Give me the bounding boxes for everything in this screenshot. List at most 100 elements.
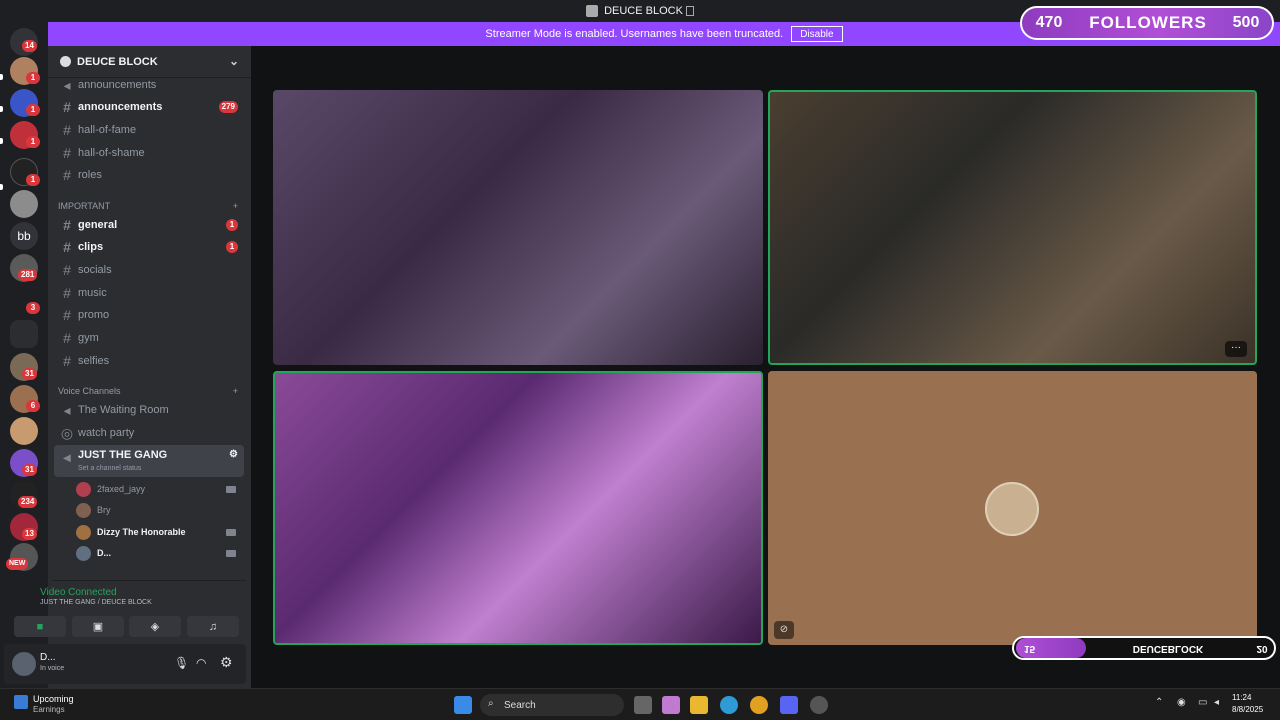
video-tile-speaking[interactable]: ··· xyxy=(768,90,1257,365)
channel-label: music xyxy=(78,287,107,299)
disable-button[interactable]: Disable xyxy=(791,26,843,42)
hash-icon: # xyxy=(63,167,71,183)
chevron-down-icon[interactable]: ⌄ xyxy=(229,54,239,68)
widgets-icon[interactable] xyxy=(14,695,28,709)
channel-label: selfies xyxy=(78,355,110,367)
server-icon[interactable] xyxy=(10,190,38,218)
guild-badge: 13 xyxy=(22,528,37,540)
mention-badge: 279 xyxy=(218,101,238,113)
folder-icon[interactable] xyxy=(10,320,38,348)
more-options-icon[interactable]: ··· xyxy=(1225,341,1247,357)
server-logo-icon xyxy=(60,56,71,67)
avatar xyxy=(76,502,91,518)
soundboard-button[interactable]: ♫ xyxy=(187,616,239,637)
voice-member[interactable]: 2faxed_jayy xyxy=(76,479,238,499)
hash-icon: # xyxy=(63,122,71,138)
volume-icon[interactable]: ◂ xyxy=(1214,697,1219,708)
followers-current: 470 xyxy=(1035,14,1063,31)
hash-icon: # xyxy=(63,99,71,115)
chevron-up-icon[interactable]: ⌃ xyxy=(1155,697,1163,708)
guild-badge: 1 xyxy=(26,136,40,148)
microphone-icon[interactable]: 🎙 xyxy=(174,656,189,670)
channel-item[interactable]: # general 1 xyxy=(54,214,244,236)
chrome-icon[interactable] xyxy=(750,696,768,714)
channel-label: The Waiting Room xyxy=(78,404,169,416)
widget-subtitle: Earnings xyxy=(33,705,65,714)
server-icon[interactable] xyxy=(10,417,38,445)
clock-date[interactable]: 8/8/2025 xyxy=(1232,705,1263,714)
user-name: D... xyxy=(40,652,56,663)
speaker-icon: ◂ xyxy=(63,401,71,418)
channel-item[interactable]: # hall-of-fame xyxy=(54,119,244,141)
channel-item[interactable]: # roles xyxy=(54,164,244,186)
headphones-icon[interactable]: ◠ xyxy=(196,656,206,670)
copilot-icon[interactable] xyxy=(662,696,680,714)
network-icon[interactable]: ▭ xyxy=(1198,697,1207,708)
channel-label: general xyxy=(78,219,118,231)
file-explorer-icon[interactable] xyxy=(690,696,708,714)
followers-goal-overlay: 470 FOLLOWERS 500 xyxy=(1020,6,1274,40)
category-important[interactable]: IMPORTANT + xyxy=(58,201,238,211)
activity-button[interactable]: ◈ xyxy=(129,616,181,637)
channel-item[interactable]: # socials xyxy=(54,259,244,281)
discord-icon[interactable] xyxy=(780,696,798,714)
app-icon[interactable] xyxy=(810,696,828,714)
category-voice[interactable]: Voice Channels + xyxy=(58,386,238,396)
channel-item[interactable]: ◂ announcements xyxy=(54,74,244,96)
task-view-icon[interactable] xyxy=(634,696,652,714)
banner-text: Streamer Mode is enabled. Usernames have… xyxy=(485,28,784,40)
channel-label: announcements xyxy=(78,101,163,113)
channel-label: gym xyxy=(78,332,99,344)
goal-current: 15 xyxy=(1016,638,1086,658)
channel-item[interactable]: # hall-of-shame xyxy=(54,142,244,164)
channel-item[interactable]: # promo xyxy=(54,304,244,326)
avatar[interactable] xyxy=(12,652,36,676)
voice-channel-active[interactable]: ◂ JUST THE GANG ⚙ xyxy=(54,445,244,477)
video-tile-speaking[interactable] xyxy=(273,371,763,645)
megaphone-icon: ◂ xyxy=(63,76,71,93)
start-icon[interactable] xyxy=(454,696,472,714)
new-badge: NEW xyxy=(6,558,29,570)
mention-badge: 1 xyxy=(226,241,238,253)
plus-icon[interactable]: + xyxy=(233,386,238,396)
hash-icon: # xyxy=(63,145,71,161)
windows-taskbar: Upcoming Earnings ⌕ Search ⌃ ◉ ▭ ◂ 11:24… xyxy=(0,688,1280,720)
plus-icon[interactable]: + xyxy=(233,201,238,211)
taskbar-search[interactable]: ⌕ Search xyxy=(480,694,624,716)
member-name: Bry xyxy=(97,505,111,515)
hash-icon: # xyxy=(63,239,71,255)
settings-gear-icon[interactable]: ⚙ xyxy=(220,654,233,671)
channel-status[interactable]: Set a channel status xyxy=(78,465,141,472)
channel-label: hall-of-shame xyxy=(78,147,145,159)
voice-channel[interactable]: ◎ watch party xyxy=(54,422,244,444)
voice-channel[interactable]: ◂ The Waiting Room xyxy=(54,399,244,421)
microphone-icon[interactable]: ◉ xyxy=(1177,697,1186,708)
unread-pill xyxy=(0,106,3,112)
gamepad-icon: ◈ xyxy=(150,621,160,633)
settings-gear-icon[interactable]: ⚙ xyxy=(229,449,238,460)
guild-badge: 31 xyxy=(22,464,37,476)
channel-item[interactable]: # clips 1 xyxy=(54,236,244,258)
guild-badge: 1 xyxy=(26,174,40,186)
clock-time[interactable]: 11:24 xyxy=(1232,693,1251,702)
channel-item[interactable]: # music xyxy=(54,282,244,304)
server-bb[interactable]: bb xyxy=(10,222,38,250)
voice-member[interactable]: D... xyxy=(76,543,238,563)
widget-title[interactable]: Upcoming xyxy=(33,694,74,704)
screen-share-button[interactable]: ▣ xyxy=(72,616,124,637)
edge-icon[interactable] xyxy=(720,696,738,714)
voice-member[interactable]: Bry xyxy=(76,500,238,520)
channel-item[interactable]: # gym xyxy=(54,327,244,349)
guild-badge: 14 xyxy=(22,40,37,52)
connection-title[interactable]: Video Connected xyxy=(40,587,117,598)
member-name: D... xyxy=(97,548,112,558)
name-goal-overlay: 15 DEUCEBLOCK 20 xyxy=(1012,636,1276,660)
camera-button[interactable]: ■ xyxy=(14,616,66,637)
video-tile[interactable] xyxy=(273,90,763,365)
unread-pill xyxy=(0,138,3,144)
channel-item[interactable]: # selfies xyxy=(54,350,244,372)
voice-member[interactable]: Dizzy The Honorable xyxy=(76,522,238,542)
voice-video-grid: ··· ⊘ xyxy=(251,46,1280,688)
channel-item[interactable]: # announcements 279 xyxy=(54,96,244,118)
audio-tile[interactable]: ⊘ xyxy=(768,371,1257,645)
